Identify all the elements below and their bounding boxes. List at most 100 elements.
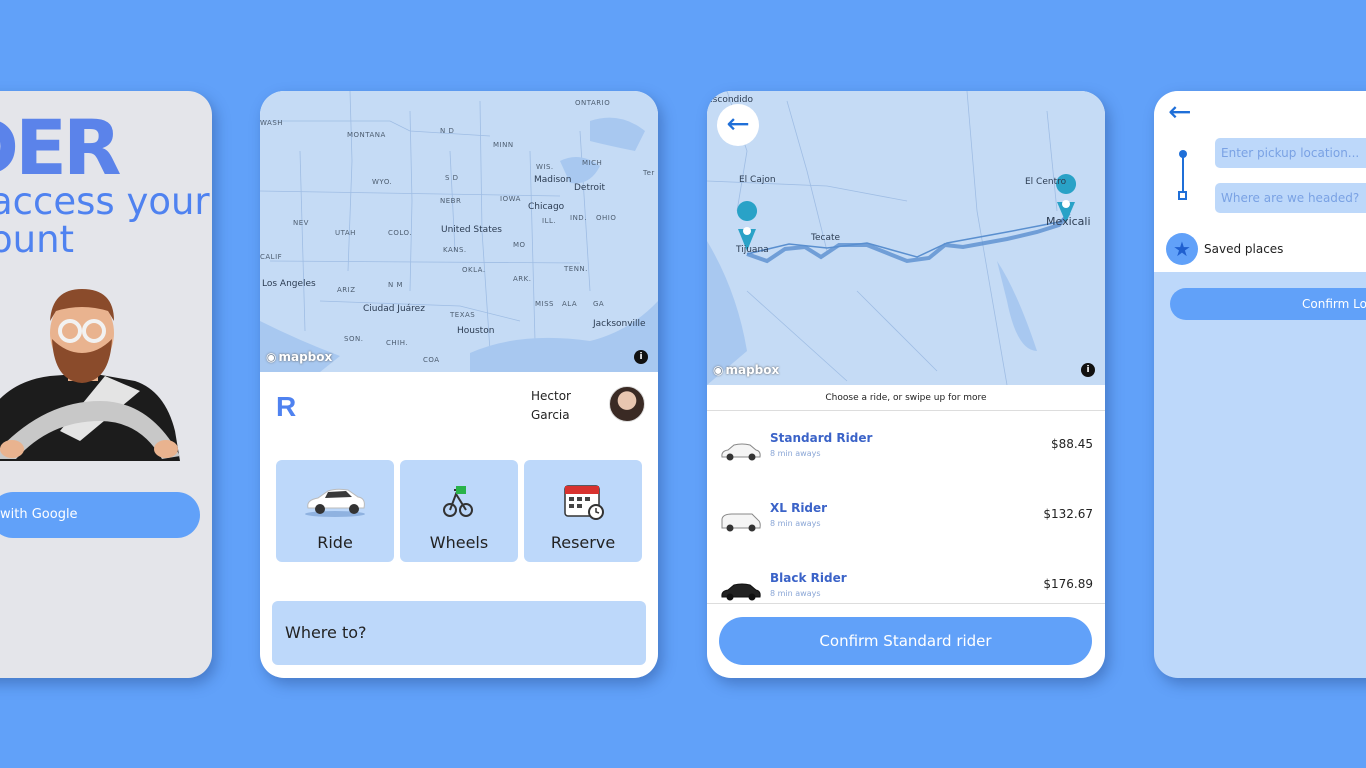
map-city-label: Madison: [534, 175, 572, 185]
ride-eta: 8 min aways: [770, 589, 821, 598]
wheels-tile-button[interactable]: Wheels: [400, 460, 518, 562]
map-region-label: MISS: [535, 300, 554, 308]
map-region-label: ARIZ: [337, 286, 356, 294]
ride-name: Black Rider: [770, 571, 847, 585]
map-info-icon[interactable]: i: [1081, 363, 1095, 377]
saved-places-link[interactable]: Saved places: [1204, 242, 1283, 256]
avatar[interactable]: [609, 386, 645, 422]
ride-tile-label: Ride: [317, 533, 353, 552]
map-region-label: IOWA: [500, 195, 521, 203]
map-city-label: Chicago: [528, 202, 565, 212]
ride-option-standard[interactable]: Standard Rider 8 min aways $88.45: [707, 425, 1105, 495]
choose-ride-hint: Choose a ride, or swipe up for more: [707, 385, 1105, 411]
map-region-label: MICH: [582, 159, 603, 167]
map-city-label: Tecate: [811, 233, 841, 243]
map-region-label: N D: [440, 127, 455, 135]
arrow-left-icon: ←: [726, 107, 750, 140]
map-region-label: CHIH.: [386, 339, 409, 347]
ride-selection-screen: Escondido El Cajon Tecate El Centro Mexi…: [707, 91, 1105, 678]
map-city-label: Ciudad Juárez: [363, 304, 425, 314]
map-region-label: UTAH: [335, 229, 356, 237]
map-region-label: TEXAS: [450, 311, 476, 319]
route-map-graphics: [707, 91, 1077, 385]
back-button[interactable]: ←: [717, 104, 759, 146]
map-region-label: KANS.: [443, 246, 467, 254]
car-icon: [305, 488, 365, 517]
map-city-label: El Centro: [1025, 177, 1067, 187]
map-region-label: S D: [445, 174, 459, 182]
ride-price: $88.45: [1051, 437, 1093, 451]
map-region-label: N M: [388, 281, 404, 289]
map-region-label: IND.: [570, 214, 587, 222]
xl-car-icon: [721, 513, 761, 532]
back-arrow-icon[interactable]: ←: [1168, 95, 1191, 128]
reserve-tile-button[interactable]: Reserve: [524, 460, 642, 562]
map-region-label: WIS.: [536, 163, 554, 171]
map-info-icon[interactable]: i: [634, 350, 648, 364]
login-screen: DER access your ount with Google: [0, 91, 212, 678]
map-region-label: COA: [423, 356, 440, 364]
login-title: access your ount: [0, 180, 210, 261]
location-entry-screen: ← ★ Saved places Confirm Lo: [1154, 91, 1366, 678]
map-region-label: OHIO: [596, 214, 617, 222]
reserve-tile-label: Reserve: [550, 533, 616, 552]
map-region-label: SON.: [344, 335, 364, 343]
ride-eta: 8 min aways: [770, 449, 821, 458]
mapbox-logo: mapbox: [266, 350, 332, 364]
map-region-label: TENN.: [564, 265, 588, 273]
sign-in-google-button[interactable]: with Google: [0, 492, 200, 538]
ride-name: Standard Rider: [770, 431, 873, 445]
map-region-label: MO: [513, 241, 526, 249]
map-region-label: COLO.: [388, 229, 412, 237]
ride-option-xl[interactable]: XL Rider 8 min aways $132.67: [707, 495, 1105, 565]
map-city-label: United States: [441, 225, 502, 235]
mapbox-logo: mapbox: [713, 363, 779, 377]
confirm-ride-button[interactable]: Confirm Standard rider: [719, 617, 1092, 665]
map-city-label: Mexicali: [1046, 215, 1091, 228]
page-background: { "screen1": { "logo": "DER", "title": "…: [0, 0, 1366, 768]
map-region-label: NEBR: [440, 197, 462, 205]
map-region-label: ALA: [562, 300, 578, 308]
driver-illustration: [0, 289, 180, 461]
confirm-location-button[interactable]: Confirm Lo: [1170, 288, 1366, 320]
map-region-label: ARK.: [513, 275, 532, 283]
pickup-input[interactable]: [1215, 138, 1366, 168]
wheels-tile-label: Wheels: [429, 533, 489, 552]
app-logo: DER: [0, 103, 122, 192]
map-region-label: MONTANA: [347, 131, 386, 139]
map-city-label: El Cajon: [739, 175, 776, 185]
map-city-label: Jacksonville: [593, 319, 646, 329]
map-city-label: Tijuana: [736, 245, 769, 255]
where-to-input[interactable]: Where to?: [272, 601, 646, 665]
destination-square-icon: [1178, 191, 1187, 200]
ride-eta: 8 min aways: [770, 519, 821, 528]
app-logo-r: R: [276, 391, 297, 422]
map-region-label: CALIF: [260, 253, 283, 261]
ride-price: $132.67: [1043, 507, 1093, 521]
star-icon: ★: [1166, 233, 1198, 265]
map-region-label: ONTARIO: [575, 99, 611, 107]
map-region-label: GA: [593, 300, 605, 308]
location-form: ← ★ Saved places: [1154, 91, 1366, 272]
home-screen: WASH MONTANA N D MINN ONTARIO WYO. S D W…: [260, 91, 658, 678]
map-region-label: WASH: [260, 119, 284, 127]
user-first-name: Hector: [531, 389, 571, 403]
standard-car-icon: [721, 443, 761, 461]
ride-price: $176.89: [1043, 577, 1093, 591]
destination-input[interactable]: [1215, 183, 1366, 213]
map-view[interactable]: WASH MONTANA N D MINN ONTARIO WYO. S D W…: [260, 91, 658, 372]
map-region-label: OKLA.: [462, 266, 486, 274]
calendar-icon: [564, 485, 604, 520]
ride-tile-button[interactable]: Ride: [276, 460, 394, 562]
ride-name: XL Rider: [770, 501, 828, 515]
map-city-label: Los Angeles: [262, 279, 316, 289]
black-car-icon: [721, 583, 761, 601]
map-region-label: NEV: [293, 219, 309, 227]
map-region-label: WYO.: [372, 178, 393, 186]
map-city-label: Escondido: [707, 95, 753, 105]
route-connector: [1182, 155, 1184, 193]
user-name: Hector Garcia: [531, 387, 571, 425]
user-last-name: Garcia: [531, 408, 570, 422]
divider: [707, 603, 1105, 604]
route-map[interactable]: Escondido El Cajon Tecate El Centro Mexi…: [707, 91, 1105, 385]
